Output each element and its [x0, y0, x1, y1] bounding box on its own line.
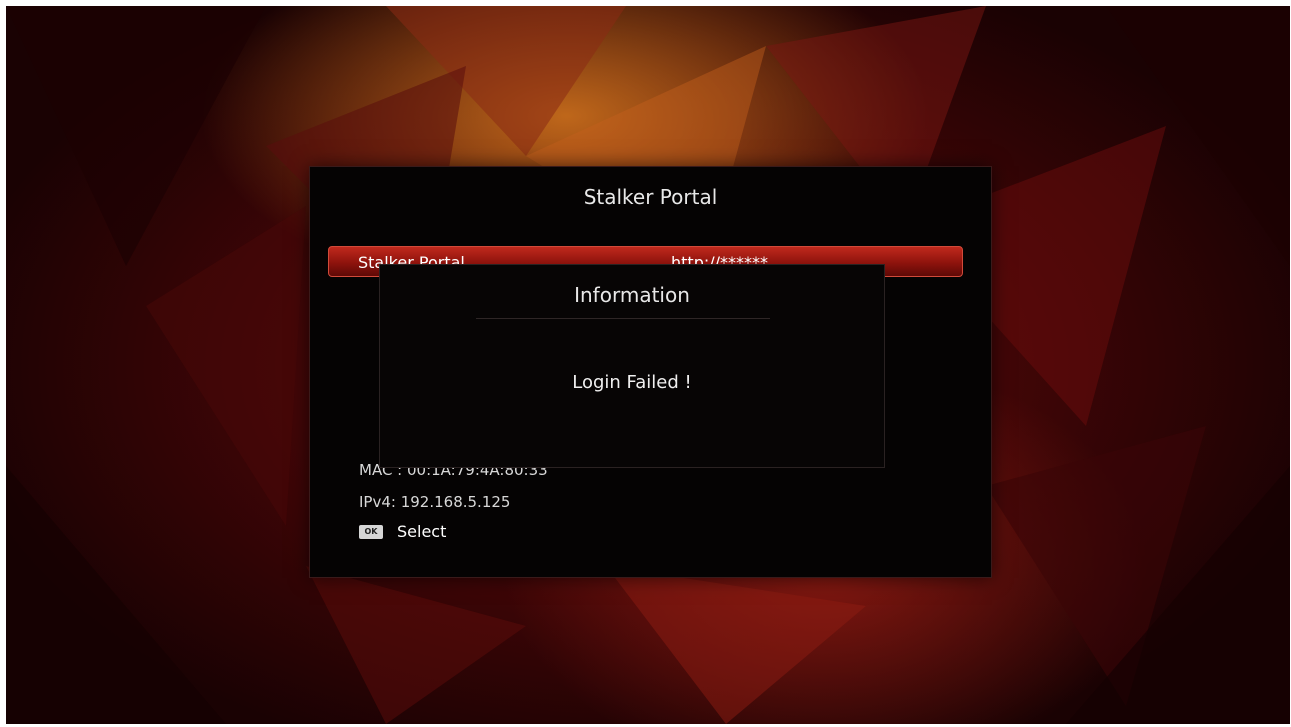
ok-key-icon: OK [359, 524, 383, 539]
select-hint: OK Select [359, 522, 446, 541]
popup-divider [476, 318, 770, 319]
dialog-title: Stalker Portal [583, 185, 718, 209]
popup-message: Login Failed ! [572, 372, 692, 393]
information-popup: Information Login Failed ! [379, 264, 885, 468]
tv-screen: Stalker Portal Stalker Portal http://***… [6, 6, 1290, 724]
popup-title: Information [574, 283, 690, 307]
select-hint-label: Select [397, 522, 447, 541]
ipv4-address: IPv4: 192.168.5.125 [359, 493, 511, 511]
